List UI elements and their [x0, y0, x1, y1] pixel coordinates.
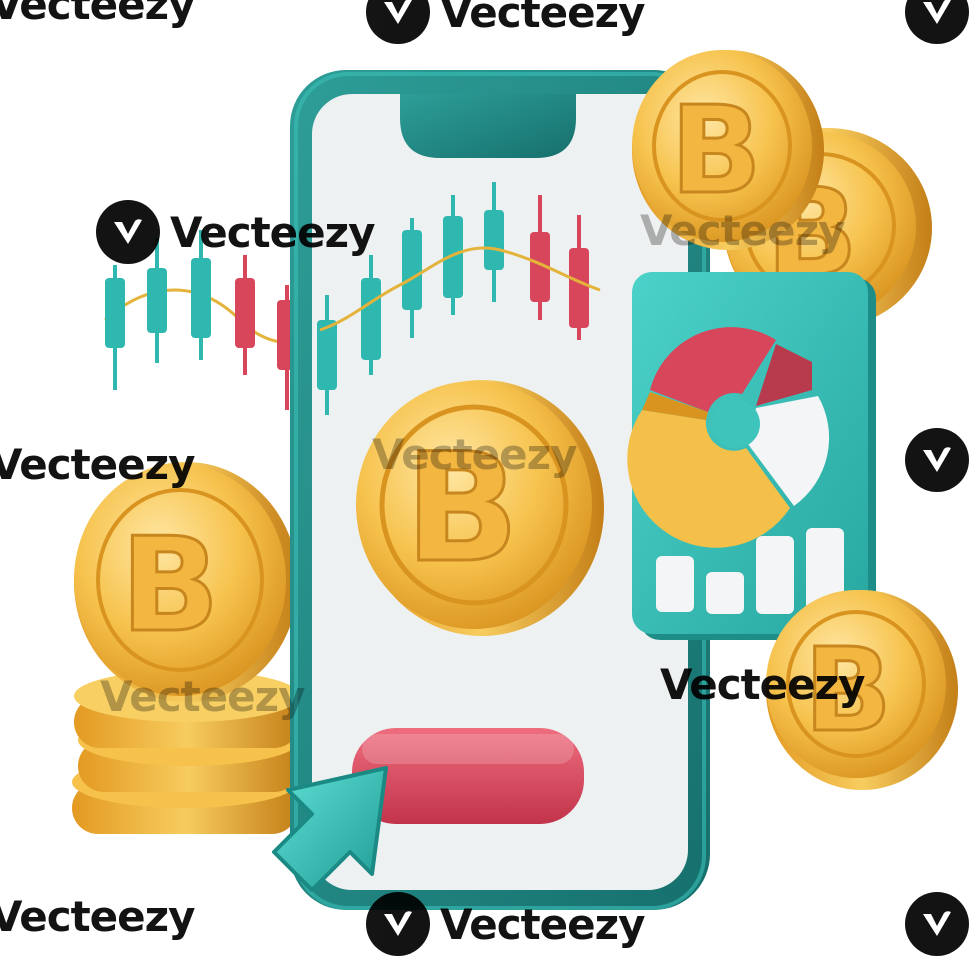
watermark: Vecteezy [0, 892, 195, 941]
illustration-stage: B B B B B Vecteezy Vecteezy Vecteezy Vec… [0, 0, 980, 980]
vecteezy-v-logo-icon [366, 892, 430, 956]
bitcoin-coin-icon: B [670, 82, 761, 221]
watermark: Vecteezy [100, 672, 305, 721]
vecteezy-v-logo-icon [905, 428, 969, 492]
bitcoin-coin-icon: B [120, 509, 219, 661]
vecteezy-v-logo-icon [96, 200, 160, 264]
watermark [905, 892, 969, 956]
vecteezy-v-logo-icon [905, 892, 969, 956]
vecteezy-v-logo-icon [905, 0, 969, 44]
coin-stack-left: B [72, 462, 300, 834]
watermark: Vecteezy [0, 0, 195, 29]
watermark: Vecteezy [366, 0, 645, 44]
analytics-panel [627, 272, 876, 640]
vecteezy-v-logo-icon [366, 0, 430, 44]
watermark [905, 0, 969, 44]
watermark: Vecteezy [660, 660, 865, 709]
watermark: Vecteezy [372, 430, 577, 479]
watermark [905, 428, 969, 492]
watermark: Vecteezy [366, 892, 645, 956]
crypto-trading-illustration: B B B B B [72, 50, 958, 910]
watermark: Vecteezy [96, 200, 375, 264]
watermark: Vecteezy [640, 206, 845, 255]
watermark: Vecteezy [0, 440, 195, 489]
